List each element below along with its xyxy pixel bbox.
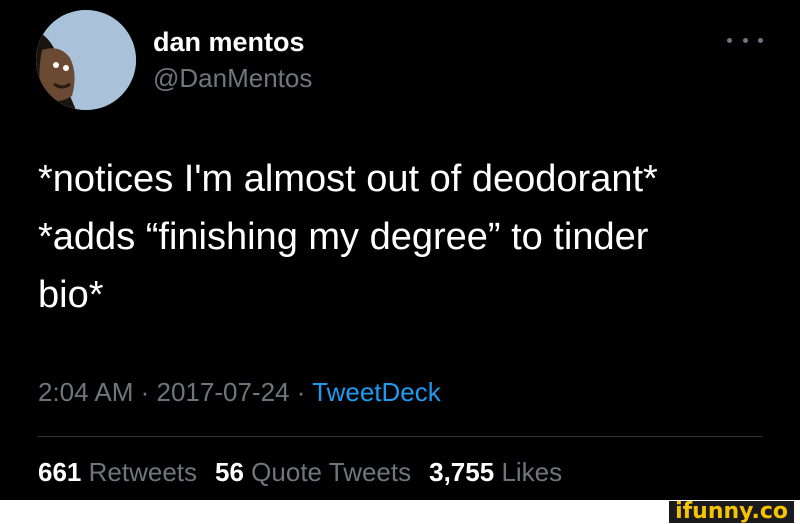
- quote-tweets-count: 56: [215, 457, 244, 487]
- retweets-label: Retweets: [88, 457, 198, 487]
- tweet-line: *notices I'm almost out of deodorant*: [38, 158, 658, 200]
- more-dot: [758, 37, 763, 43]
- retweets-count: 661: [38, 457, 82, 487]
- divider: [38, 436, 762, 437]
- likes-stat[interactable]: 3,755 Likes: [429, 456, 562, 488]
- avatar-image: [36, 10, 136, 110]
- likes-count: 3,755: [429, 457, 495, 487]
- more-dot: [742, 37, 748, 43]
- tweet-stats: 661 Retweets 56 Quote Tweets 3,755 Likes: [38, 456, 562, 488]
- retweets-stat[interactable]: 661 Retweets: [38, 456, 197, 488]
- tweet-date[interactable]: 2017-07-24: [157, 377, 290, 407]
- more-dot: [727, 37, 732, 43]
- more-horizontal-icon[interactable]: [727, 28, 763, 52]
- ifunny-watermark: ifunny.co: [669, 501, 794, 523]
- tweet-line: bio*: [38, 274, 104, 316]
- display-name[interactable]: dan mentos: [153, 26, 305, 58]
- tweet-meta: 2:04 AM · 2017-07-24 · TweetDeck: [38, 376, 441, 408]
- tweet-time[interactable]: 2:04 AM: [38, 377, 133, 407]
- tweet-line: *adds “finishing my degree” to tinder: [38, 216, 649, 258]
- meta-separator: ·: [289, 377, 313, 407]
- user-handle[interactable]: @DanMentos: [153, 62, 312, 94]
- meta-separator: ·: [133, 377, 157, 407]
- quote-tweets-stat[interactable]: 56 Quote Tweets: [215, 456, 411, 488]
- quote-tweets-label: Quote Tweets: [251, 457, 412, 487]
- tweet-text: *notices I'm almost out of deodorant* *a…: [38, 150, 758, 324]
- avatar[interactable]: [36, 10, 136, 110]
- likes-label: Likes: [501, 457, 563, 487]
- tweet-source-link[interactable]: TweetDeck: [312, 377, 441, 407]
